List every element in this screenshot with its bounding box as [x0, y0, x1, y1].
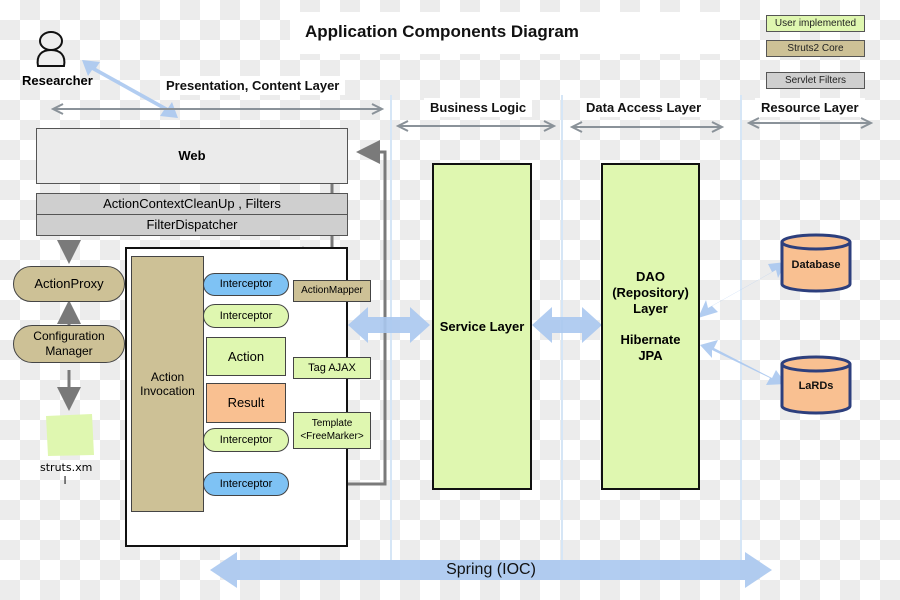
layer-header-resource: Resource Layer — [755, 98, 865, 117]
layer-header-presentation: Presentation, Content Layer — [160, 76, 346, 95]
spring-ioc-label: Spring (IOC) — [446, 561, 536, 578]
dao-line2: (Repository) — [612, 285, 689, 300]
result-box: Result — [206, 383, 286, 423]
service-dao-arrow — [532, 307, 602, 343]
filter-dispatcher-box: FilterDispatcher — [36, 214, 348, 236]
dao-line1: DAO — [636, 269, 665, 284]
service-layer: Service Layer — [432, 163, 532, 490]
struts-xml-label: struts.xm l — [40, 461, 93, 487]
interceptor-4: Interceptor — [203, 472, 289, 496]
configuration-manager-line2: Manager — [45, 344, 93, 358]
configuration-manager: Configuration Manager — [13, 325, 125, 363]
hibernate-line1: Hibernate — [620, 332, 681, 347]
dao-lards-arrow — [700, 340, 786, 385]
researcher-label: Researcher — [22, 73, 93, 88]
person-icon — [36, 31, 66, 67]
struts-xml-label-line2: l — [63, 474, 67, 487]
dao-line3: Layer — [633, 301, 668, 316]
tag-ajax: Tag AJAX — [293, 357, 371, 379]
layer-header-business: Business Logic — [424, 98, 533, 117]
lards-label: LaRDs — [798, 380, 834, 392]
configuration-manager-line1: Configuration — [33, 329, 105, 343]
action-proxy: ActionProxy — [13, 266, 125, 302]
interceptor-1: Interceptor — [203, 273, 289, 296]
template-freemarker: Template <FreeMarker> — [293, 412, 371, 449]
hibernate-line2: JPA — [638, 348, 663, 363]
action-invocation-line1: Action — [150, 370, 185, 384]
interceptor-2: Interceptor — [203, 304, 289, 328]
dao-layer: DAO (Repository) Layer Hibernate JPA — [601, 163, 700, 490]
action-invocation-line2: Invocation — [140, 384, 195, 398]
layer-header-data-access: Data Access Layer — [580, 98, 708, 117]
web-box: Web — [36, 128, 348, 184]
action-box: Action — [206, 337, 286, 376]
presentation-service-arrow — [348, 307, 430, 343]
template-line2: <FreeMarker> — [300, 431, 364, 442]
action-invocation: Action Invocation — [131, 256, 204, 512]
service-layer-label: Service Layer — [439, 319, 525, 334]
database-label: Database — [791, 259, 841, 271]
interceptor-3: Interceptor — [203, 428, 289, 452]
filters-box: ActionContextCleanUp , Filters — [36, 193, 348, 215]
struts-xml-file-icon — [46, 414, 94, 456]
action-mapper: ActionMapper — [293, 280, 371, 302]
template-line1: Template — [311, 418, 353, 429]
struts-xml-label-line1: struts.xm — [40, 461, 93, 474]
